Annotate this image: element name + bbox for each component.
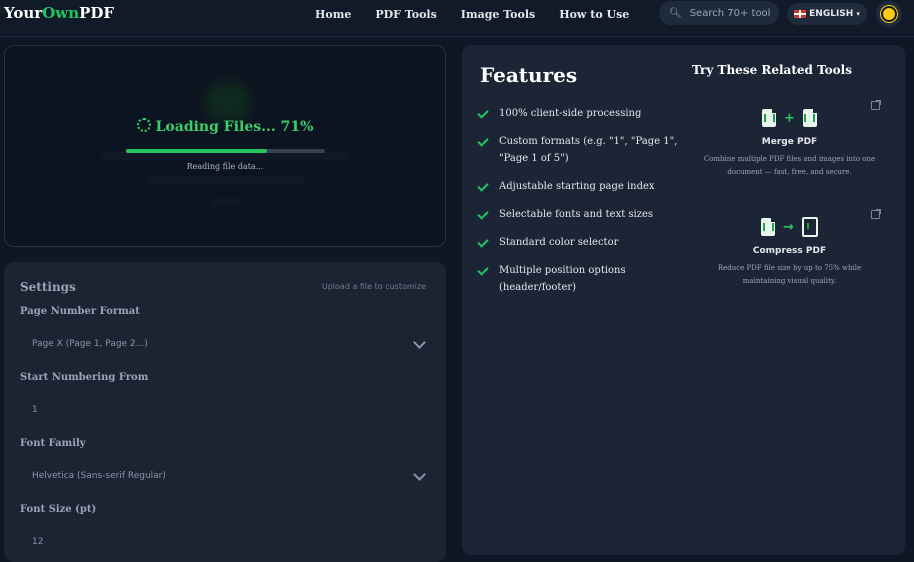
feature-item: Custom formats (e.g. "1", "Page 1", "Pag…	[477, 133, 678, 167]
site-logo[interactable]: YourOwnPDF	[4, 4, 114, 22]
tool-name: Merge PDF	[761, 137, 818, 147]
progress-fill	[126, 149, 268, 153]
sun-icon	[883, 8, 895, 20]
loading-progress-bar	[126, 149, 325, 153]
feature-text: Standard color selector	[499, 237, 619, 248]
compress-icon: →	[697, 216, 882, 238]
faded-placeholder-text	[211, 198, 241, 206]
feature-item: Selectable fonts and text sizes	[477, 206, 678, 223]
search-icon: 🔍︎	[669, 7, 682, 19]
check-icon	[477, 236, 489, 248]
check-icon	[477, 135, 489, 147]
chevron-down-icon	[413, 468, 426, 481]
nav-home-link[interactable]: Home	[315, 8, 351, 21]
page-number-format-select[interactable]: Page X (Page 1, Page 2...)	[20, 329, 434, 359]
tool-name: Compress PDF	[752, 246, 827, 256]
start-numbering-label: Start Numbering From	[20, 372, 149, 383]
font-size-input[interactable]: 12	[20, 527, 434, 557]
language-label: ENGLISH	[809, 9, 854, 19]
logo-your: Your	[4, 4, 43, 22]
plus-icon: +	[784, 110, 795, 126]
features-list: 100% client-side processing Custom forma…	[477, 105, 678, 307]
tool-description: Reduce PDF file size by up to 75% while …	[717, 264, 862, 285]
logo-pdf: PDF	[79, 4, 115, 22]
feature-text: Adjustable starting page index	[499, 181, 655, 192]
features-panel: Features 100% client-side processing Cus…	[462, 45, 905, 555]
features-title: Features	[480, 63, 578, 87]
font-family-value: Helvetica (Sans-serif Regular)	[32, 471, 166, 481]
settings-hint: Upload a file to customize	[321, 282, 426, 291]
nav-pdf-tools-link[interactable]: PDF Tools	[375, 8, 436, 21]
feature-item: 100% client-side processing	[477, 105, 678, 122]
check-icon	[477, 107, 489, 119]
compressed-file-icon	[801, 217, 818, 237]
font-size-label: Font Size (pt)	[20, 504, 97, 515]
pdf-file-icon	[802, 109, 817, 127]
related-tool-compress-pdf[interactable]: → Compress PDF Reduce PDF file size by u…	[697, 216, 882, 288]
settings-panel: Settings Upload a file to customize Page…	[4, 262, 446, 562]
font-family-label: Font Family	[20, 438, 86, 449]
logo-own: Own	[42, 4, 80, 22]
feature-item: Standard color selector	[477, 234, 678, 251]
check-icon	[477, 264, 489, 276]
font-family-select[interactable]: Helvetica (Sans-serif Regular)	[20, 461, 434, 491]
pdf-file-icon	[761, 218, 776, 236]
main-nav: Home PDF Tools Image Tools How to Use	[315, 8, 629, 21]
feature-text: Multiple position options (header/footer…	[499, 265, 626, 293]
upload-loading-panel: Loading Files... 71% Reading file data..…	[4, 45, 446, 247]
pdf-file-icon	[762, 109, 777, 127]
page-number-format-value: Page X (Page 1, Page 2...)	[32, 339, 148, 349]
related-tool-merge-pdf[interactable]: + Merge PDF Combine multiple PDF files a…	[697, 107, 882, 179]
page-number-format-label: Page Number Format	[20, 306, 140, 317]
check-icon	[477, 208, 489, 220]
start-numbering-input[interactable]: 1	[20, 395, 434, 425]
check-icon	[477, 180, 489, 192]
feature-item: Multiple position options (header/footer…	[477, 262, 678, 296]
feature-text: Custom formats (e.g. "1", "Page 1", "Pag…	[499, 136, 678, 164]
loading-status: Loading Files... 71%	[5, 118, 445, 135]
nav-image-tools-link[interactable]: Image Tools	[461, 8, 535, 21]
related-tools-title: Try These Related Tools	[692, 63, 852, 77]
nav-how-to-use-link[interactable]: How to Use	[559, 8, 629, 21]
external-link-icon[interactable]	[871, 209, 881, 219]
feature-text: Selectable fonts and text sizes	[499, 209, 654, 220]
loading-title: Loading Files... 71%	[155, 119, 314, 135]
feature-text: 100% client-side processing	[499, 108, 642, 119]
search-input[interactable]: 🔍︎ Search 70+ tool	[659, 1, 779, 25]
theme-toggle-button[interactable]	[876, 1, 902, 27]
external-link-icon[interactable]	[871, 100, 881, 110]
search-placeholder: Search 70+ tool	[689, 7, 771, 19]
merge-icon: +	[697, 107, 882, 129]
loading-subtitle: Reading file data...	[186, 162, 264, 171]
uk-flag-icon	[794, 10, 807, 18]
chevron-down-icon	[413, 336, 426, 349]
top-navigation-bar: YourOwnPDF Home PDF Tools Image Tools Ho…	[0, 0, 914, 37]
language-selector[interactable]: ENGLISH ▾	[787, 3, 867, 25]
faded-placeholder-text	[101, 152, 351, 160]
start-numbering-value: 1	[32, 405, 38, 415]
arrow-right-icon: →	[783, 219, 794, 235]
spinner-icon	[136, 118, 151, 132]
tool-description: Combine multiple PDF files and images in…	[703, 155, 876, 176]
chevron-down-icon: ▾	[856, 10, 860, 18]
faded-placeholder-text	[145, 176, 305, 184]
font-size-value: 12	[32, 537, 44, 547]
feature-item: Adjustable starting page index	[477, 178, 678, 195]
upload-glow-decoration	[205, 82, 251, 122]
settings-title: Settings	[20, 280, 76, 294]
